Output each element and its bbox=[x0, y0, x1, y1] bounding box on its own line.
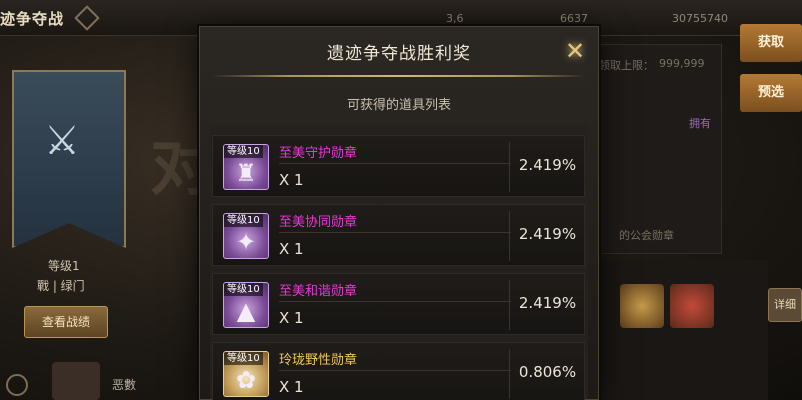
item-quantity: X 1 bbox=[279, 171, 304, 189]
item-level-badge: 等级10 bbox=[224, 214, 263, 227]
item-drop-rate: 2.419% bbox=[518, 156, 577, 174]
diamond-icon bbox=[74, 5, 100, 31]
item-drop-rate: 2.419% bbox=[518, 225, 577, 243]
item-name: 至美守护勋章 bbox=[279, 146, 358, 161]
limit-label: 领取上限： bbox=[599, 59, 654, 72]
item-name: 至美和谐勋章 bbox=[279, 284, 358, 299]
reward-list-modal: 遗迹争夺战胜利奖 ✕ 可获得的道具列表 等级10 ♜ 至美守护勋章 X 1 2.… bbox=[199, 26, 599, 400]
medal-item-icon[interactable]: 等级10 ✿ bbox=[223, 351, 269, 397]
guild-medal-label: 的公会勋章 bbox=[619, 229, 674, 242]
item-level-badge: 等级10 bbox=[224, 145, 263, 158]
medal-icon: ♜ bbox=[235, 159, 257, 187]
title-divider bbox=[212, 75, 586, 77]
list-item[interactable]: 等级10 ✿ 玲珑野性勋章 X 1 0.806% bbox=[212, 342, 585, 400]
medal-icon: ✦ bbox=[235, 228, 257, 256]
screen-title: 迹争夺战 bbox=[0, 10, 65, 28]
item-level-badge: 等级10 bbox=[224, 352, 263, 365]
item-name: 玲珑野性勋章 bbox=[279, 353, 358, 368]
divider bbox=[279, 370, 511, 371]
obtain-button[interactable]: 获取 bbox=[740, 24, 802, 62]
stat-a: 3,6 bbox=[446, 12, 464, 25]
banner-sub: 戰 | 绿门 bbox=[37, 279, 85, 293]
detail-button[interactable]: 详细 bbox=[768, 288, 802, 322]
player-name: 恶數 bbox=[112, 378, 137, 392]
list-item[interactable]: 等级10 ✦ 至美协同勋章 X 1 2.419% bbox=[212, 204, 585, 266]
stat-b: 6637 bbox=[560, 12, 588, 25]
stat-c: 30755740 bbox=[672, 12, 728, 25]
right-info-panel: 领取上限： 999,999 拥有 的公会勋章 bbox=[598, 44, 722, 254]
modal-title: 遗迹争夺战胜利奖 bbox=[327, 44, 471, 64]
item-drop-rate: 2.419% bbox=[518, 294, 577, 312]
item-quantity: X 1 bbox=[279, 309, 304, 327]
crossed-axes-icon: ⚔ bbox=[44, 118, 80, 164]
close-icon[interactable]: ✕ bbox=[562, 39, 588, 65]
divider bbox=[279, 163, 511, 164]
emblem-icon bbox=[6, 374, 28, 396]
banner-level: 等级1 bbox=[48, 259, 80, 273]
avatar bbox=[52, 362, 100, 400]
item-name: 至美协同勋章 bbox=[279, 215, 358, 230]
list-item[interactable]: 等级10 ♜ 至美守护勋章 X 1 2.419% bbox=[212, 135, 585, 197]
item-quantity: X 1 bbox=[279, 240, 304, 258]
medal-icon: ▲ bbox=[236, 297, 256, 325]
view-record-button[interactable]: 查看战绩 bbox=[24, 306, 108, 338]
item-drop-rate: 0.806% bbox=[518, 363, 577, 381]
medal-icon: ✿ bbox=[235, 366, 257, 394]
divider bbox=[279, 232, 511, 233]
limit-value: 999,999 bbox=[659, 57, 705, 70]
owned-label: 拥有 bbox=[689, 117, 711, 130]
list-item[interactable]: 等级10 ▲ 至美和谐勋章 X 1 2.419% bbox=[212, 273, 585, 335]
item-level-badge: 等级10 bbox=[224, 283, 263, 296]
modal-subtitle: 可获得的道具列表 bbox=[346, 98, 451, 113]
medal-item-icon[interactable]: 等级10 ▲ bbox=[223, 282, 269, 328]
chest-icon[interactable] bbox=[670, 284, 714, 328]
medal-item-icon[interactable]: 等级10 ✦ bbox=[223, 213, 269, 259]
preview-button[interactable]: 预选 bbox=[740, 74, 802, 112]
item-quantity: X 1 bbox=[279, 378, 304, 396]
medal-item-icon[interactable]: 等级10 ♜ bbox=[223, 144, 269, 190]
medal-icon[interactable] bbox=[620, 284, 664, 328]
divider bbox=[279, 301, 511, 302]
right-lower-panel bbox=[598, 260, 768, 400]
